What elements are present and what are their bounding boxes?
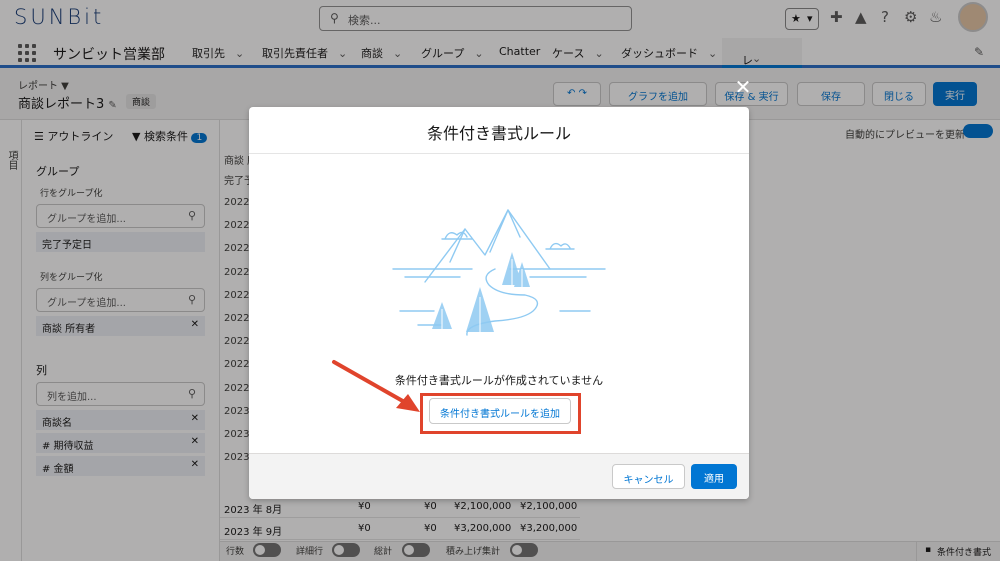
annotation-arrow-icon — [332, 360, 420, 412]
empty-state-text: 条件付き書式ルールが作成されていません — [394, 374, 604, 387]
conditional-format-modal: 条件付き書式ルール 条件付き書式ルールが作成されていません 条件付き書式ルールを… — [249, 107, 749, 499]
apply-button[interactable]: 適用 — [691, 464, 737, 489]
cancel-button[interactable]: キャンセル — [612, 464, 685, 489]
modal-title: 条件付き書式ルール — [426, 124, 571, 143]
modal-divider — [249, 153, 749, 154]
close-icon[interactable]: ✕ — [733, 77, 753, 97]
annotation-highlight-box — [420, 393, 581, 434]
mountain-illustration-icon — [392, 209, 606, 336]
